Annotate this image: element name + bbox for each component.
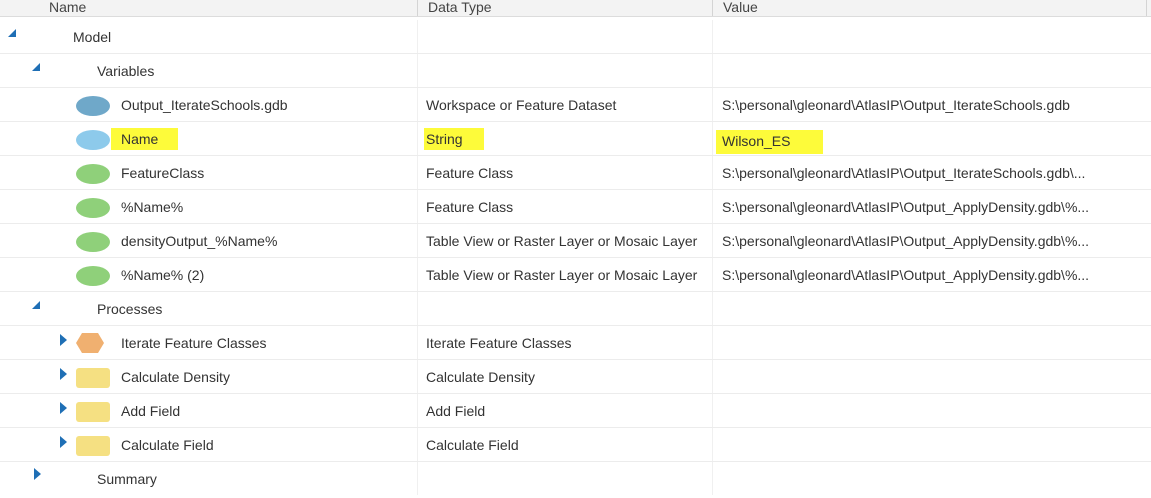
derived-data-ellipse-icon <box>75 197 111 222</box>
tree-label: Variables <box>97 63 155 79</box>
collapse-triangle-icon[interactable] <box>30 299 42 311</box>
variable-data-type: Table View or Raster Layer or Mosaic Lay… <box>426 233 698 249</box>
cell-divider <box>712 394 713 427</box>
string-variable-ellipse-icon <box>75 129 111 154</box>
column-header-bar: Name Data Type Value <box>0 0 1151 17</box>
process-data-type: Calculate Field <box>426 437 519 453</box>
tree-row-process[interactable]: Add Field Add Field <box>0 394 1151 428</box>
expand-triangle-icon[interactable] <box>58 367 70 380</box>
cell-divider <box>417 258 418 291</box>
column-resize-handle[interactable] <box>417 0 418 16</box>
cell-divider <box>712 360 713 393</box>
variable-name: Name <box>121 131 159 147</box>
cell-divider <box>417 88 418 121</box>
cell-divider <box>417 326 418 359</box>
cell-divider <box>712 88 713 121</box>
tool-rectangle-icon <box>75 435 111 460</box>
process-name: Add Field <box>121 403 181 419</box>
process-name: Iterate Feature Classes <box>121 335 267 351</box>
tree-row-variables[interactable]: Variables <box>0 54 1151 88</box>
column-header-value[interactable]: Value <box>723 0 758 16</box>
cell-divider <box>712 292 713 325</box>
variable-value[interactable]: S:\personal\gleonard\AtlasIP\Output_Iter… <box>722 88 1070 122</box>
expand-triangle-icon[interactable] <box>58 333 70 346</box>
cell-divider <box>417 224 418 257</box>
column-resize-handle[interactable] <box>1146 0 1147 16</box>
variable-name: FeatureClass <box>121 165 205 181</box>
cell-divider <box>417 462 418 495</box>
process-data-type: Iterate Feature Classes <box>426 335 572 351</box>
cell-divider <box>712 224 713 257</box>
variable-data-type: Feature Class <box>426 165 514 181</box>
tree-row-variable-name[interactable]: Name String Wilson_ES <box>0 122 1151 156</box>
derived-data-ellipse-icon <box>75 163 111 188</box>
tree-row-processes[interactable]: Processes <box>0 292 1151 326</box>
cell-divider <box>417 394 418 427</box>
tree-label: Processes <box>97 301 163 317</box>
tree-row-process[interactable]: Iterate Feature Classes Iterate Feature … <box>0 326 1151 360</box>
variable-value[interactable]: S:\personal\gleonard\AtlasIP\Output_Appl… <box>722 258 1089 292</box>
column-header-name[interactable]: Name <box>49 0 86 16</box>
tree-row-summary[interactable]: Summary <box>0 462 1151 496</box>
tree-label: Summary <box>97 471 157 487</box>
cell-divider <box>417 54 418 87</box>
cell-divider <box>417 122 418 155</box>
tree-row-variable[interactable]: %Name% Feature Class S:\personal\gleonar… <box>0 190 1151 224</box>
variable-name: %Name% (2) <box>121 267 205 283</box>
variable-name: %Name% <box>121 199 184 215</box>
workspace-ellipse-icon <box>75 95 111 120</box>
tree-row-process[interactable]: Calculate Field Calculate Field <box>0 428 1151 462</box>
variable-data-type: Table View or Raster Layer or Mosaic Lay… <box>426 267 698 283</box>
derived-data-ellipse-icon <box>75 231 111 256</box>
tree-row-variable[interactable]: %Name% (2) Table View or Raster Layer or… <box>0 258 1151 292</box>
cell-divider <box>417 292 418 325</box>
cell-divider <box>712 326 713 359</box>
variable-value[interactable]: S:\personal\gleonard\AtlasIP\Output_Appl… <box>722 190 1089 224</box>
variable-data-type: String <box>426 131 463 147</box>
tool-rectangle-icon <box>75 367 111 392</box>
cell-divider <box>712 462 713 495</box>
cell-divider <box>417 360 418 393</box>
tree-row-model[interactable]: Model <box>0 20 1151 54</box>
cell-divider <box>417 156 418 189</box>
variable-value[interactable]: S:\personal\gleonard\AtlasIP\Output_Appl… <box>722 224 1089 258</box>
tree-row-process[interactable]: Calculate Density Calculate Density <box>0 360 1151 394</box>
variable-name: Output_IterateSchools.gdb <box>121 97 288 113</box>
tree-label: Model <box>73 29 112 45</box>
tool-rectangle-icon <box>75 401 111 426</box>
cell-divider <box>712 258 713 291</box>
expand-triangle-icon[interactable] <box>58 435 70 448</box>
cell-divider <box>712 190 713 223</box>
expand-triangle-icon[interactable] <box>32 467 44 480</box>
tree-row-variable[interactable]: densityOutput_%Name% Table View or Raste… <box>0 224 1151 258</box>
cell-divider <box>712 156 713 189</box>
process-name: Calculate Density <box>121 369 230 385</box>
cell-divider <box>417 190 418 223</box>
variable-value[interactable]: Wilson_ES <box>722 124 790 158</box>
expand-triangle-icon[interactable] <box>58 401 70 414</box>
variable-data-type: Workspace or Feature Dataset <box>426 97 617 113</box>
cell-divider <box>712 122 713 155</box>
column-resize-handle[interactable] <box>712 0 713 16</box>
process-data-type: Add Field <box>426 403 486 419</box>
process-name: Calculate Field <box>121 437 214 453</box>
cell-divider <box>417 20 418 53</box>
cell-divider <box>712 428 713 461</box>
cell-divider <box>712 20 713 53</box>
tree-row-variable[interactable]: Output_IterateSchools.gdb Workspace or F… <box>0 88 1151 122</box>
collapse-triangle-icon[interactable] <box>30 61 42 73</box>
variable-value[interactable]: S:\personal\gleonard\AtlasIP\Output_Iter… <box>722 156 1085 190</box>
cell-divider <box>712 54 713 87</box>
iterator-hexagon-icon <box>75 332 105 357</box>
cell-divider <box>417 428 418 461</box>
collapse-triangle-icon[interactable] <box>6 27 18 39</box>
process-data-type: Calculate Density <box>426 369 535 385</box>
derived-data-ellipse-icon <box>75 265 111 290</box>
column-header-data-type[interactable]: Data Type <box>428 0 492 16</box>
variable-data-type: Feature Class <box>426 199 514 215</box>
variable-name: densityOutput_%Name% <box>121 233 278 249</box>
tree-row-variable[interactable]: FeatureClass Feature Class S:\personal\g… <box>0 156 1151 190</box>
